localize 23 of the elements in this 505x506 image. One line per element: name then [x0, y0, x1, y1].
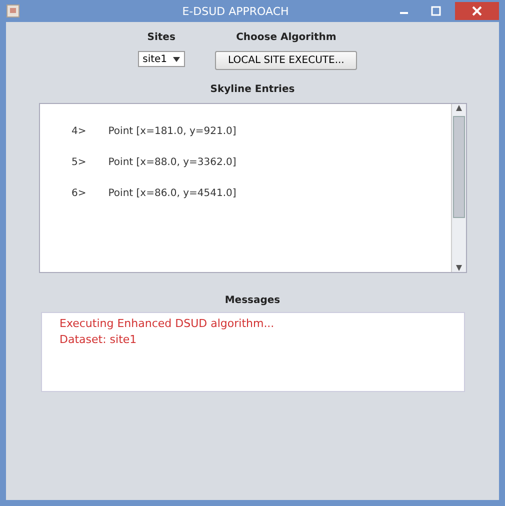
close-button[interactable] [455, 2, 499, 20]
entry-index: 6> [72, 188, 86, 199]
message-line: Dataset: site1 [60, 333, 138, 346]
scroll-up-icon[interactable] [454, 104, 462, 112]
maximize-icon [431, 6, 441, 16]
skyline-label: Skyline Entries [210, 84, 295, 95]
app-icon [6, 4, 20, 18]
scrollbar[interactable] [450, 104, 466, 272]
execute-button[interactable]: LOCAL SITE EXECUTE... [215, 51, 358, 70]
scroll-down-icon[interactable] [454, 264, 462, 272]
caret-icon [173, 56, 180, 62]
entry-index: 5> [72, 157, 86, 168]
algorithm-label: Choose Algorithm [236, 32, 336, 43]
sites-label: Sites [147, 32, 176, 43]
sites-dropdown[interactable]: site1 [138, 51, 186, 67]
window-title: E-DSUD APPROACH [181, 4, 290, 18]
entry-index: 4> [72, 126, 86, 137]
entry-text: Point [x=181.0, y=921.0] [108, 126, 236, 137]
entry-text: Point [x=86.0, y=4541.0] [108, 188, 236, 199]
message-line: Executing Enhanced DSUD algorithm... [60, 317, 276, 330]
close-icon [472, 6, 482, 16]
messages-label: Messages [224, 295, 280, 306]
entry-text: Point [x=88.0, y=3362.0] [108, 157, 236, 168]
